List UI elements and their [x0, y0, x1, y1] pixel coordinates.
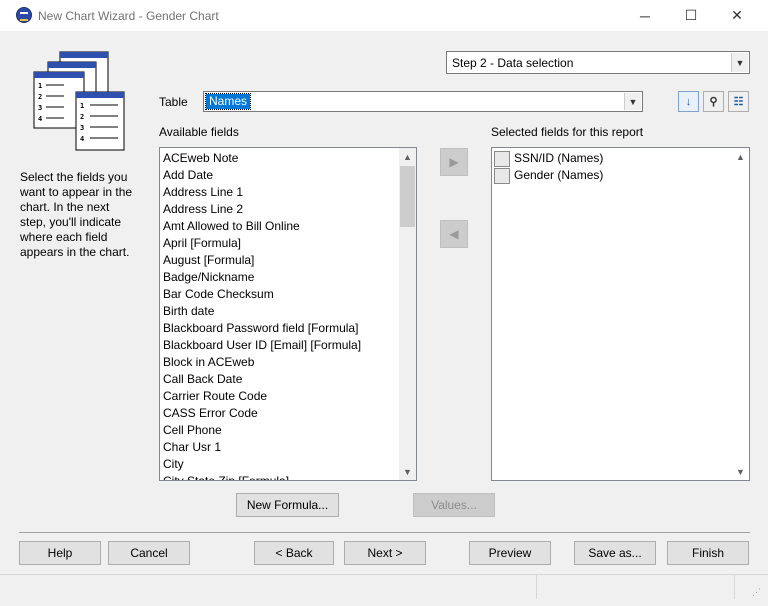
remove-field-button[interactable]: ◀ [440, 220, 468, 248]
available-field-item[interactable]: Bar Code Checksum [160, 286, 416, 303]
available-field-item[interactable]: Address Line 1 [160, 184, 416, 201]
selected-field-label: SSN/ID (Names) [514, 151, 604, 165]
status-bar: ⋰ [0, 574, 768, 606]
available-field-item[interactable]: Birth date [160, 303, 416, 320]
status-divider [734, 575, 735, 599]
step-dropdown-value: Step 2 - Data selection [452, 56, 574, 70]
field-checkbox[interactable] [494, 150, 510, 167]
selected-field-item[interactable]: Gender (Names) [492, 167, 749, 184]
separator [19, 532, 750, 533]
selected-fields-label: Selected fields for this report [491, 125, 644, 139]
available-field-item[interactable]: August [Formula] [160, 252, 416, 269]
back-button[interactable]: < Back [254, 541, 334, 565]
svg-text:1: 1 [38, 82, 42, 90]
available-field-item[interactable]: Cell Phone [160, 422, 416, 439]
selected-scrollbar[interactable]: ▲ ▼ [732, 148, 749, 480]
scroll-down-icon[interactable]: ▼ [732, 463, 749, 480]
available-field-item[interactable]: Add Date [160, 167, 416, 184]
resize-grip-icon[interactable]: ⋰ [752, 587, 761, 598]
svg-text:2: 2 [38, 93, 42, 101]
arrow-left-icon: ◀ [449, 227, 459, 241]
sort-az-icon[interactable]: ↓ [678, 91, 699, 112]
arrow-right-icon: ▶ [449, 155, 459, 169]
available-scrollbar[interactable]: ▲ ▼ [399, 148, 416, 480]
scroll-thumb[interactable] [400, 166, 415, 227]
help-button[interactable]: Help [19, 541, 101, 565]
available-field-item[interactable]: City State Zip [Formula] [160, 473, 416, 480]
scroll-up-icon[interactable]: ▲ [732, 148, 749, 165]
title-bar: New Chart Wizard - Gender Chart ─ ☐ ✕ [0, 0, 768, 31]
binoculars-find-icon[interactable]: ⚲ [703, 91, 724, 112]
preview-button[interactable]: Preview [469, 541, 551, 565]
scroll-down-icon[interactable]: ▼ [399, 463, 416, 480]
available-fields-label: Available fields [159, 125, 239, 139]
close-button[interactable]: ✕ [714, 0, 760, 31]
selected-field-label: Gender (Names) [514, 168, 604, 182]
svg-text:4: 4 [38, 115, 42, 123]
step-dropdown[interactable]: Step 2 - Data selection ▼ [446, 51, 750, 74]
svg-text:1: 1 [80, 102, 84, 110]
selected-fields-list[interactable]: SSN/ID (Names) Gender (Names) ▲ ▼ [491, 147, 750, 481]
cancel-button[interactable]: Cancel [108, 541, 190, 565]
table-dropdown[interactable]: Names ▼ [203, 91, 643, 112]
scroll-up-icon[interactable]: ▲ [399, 148, 416, 165]
svg-text:3: 3 [80, 124, 84, 132]
values-button[interactable]: Values... [413, 493, 495, 517]
table-dropdown-value: Names [204, 93, 252, 110]
save-as-button[interactable]: Save as... [574, 541, 656, 565]
available-field-item[interactable]: Carrier Route Code [160, 388, 416, 405]
table-wizard-icon: 1 2 3 4 1 2 3 4 [33, 51, 125, 151]
svg-text:2: 2 [80, 113, 84, 121]
app-icon [16, 7, 32, 23]
next-button[interactable]: Next > [344, 541, 426, 565]
available-field-item[interactable]: CASS Error Code [160, 405, 416, 422]
tree-view-icon[interactable]: ☷ [728, 91, 749, 112]
available-field-item[interactable]: Blackboard Password field [Formula] [160, 320, 416, 337]
chevron-down-icon: ▼ [624, 93, 641, 110]
selected-field-item[interactable]: SSN/ID (Names) [492, 150, 749, 167]
finish-button[interactable]: Finish [667, 541, 749, 565]
new-formula-button[interactable]: New Formula... [236, 493, 339, 517]
available-field-item[interactable]: Call Back Date [160, 371, 416, 388]
maximize-button[interactable]: ☐ [668, 0, 714, 31]
chevron-down-icon: ▼ [731, 53, 748, 72]
available-field-item[interactable]: Badge/Nickname [160, 269, 416, 286]
minimize-button[interactable]: ─ [622, 0, 668, 31]
available-field-item[interactable]: ACEweb Note [160, 150, 416, 167]
status-divider [536, 575, 537, 599]
available-field-item[interactable]: Block in ACEweb [160, 354, 416, 371]
add-field-button[interactable]: ▶ [440, 148, 468, 176]
table-label: Table [159, 95, 188, 109]
svg-text:3: 3 [38, 104, 42, 112]
available-field-item[interactable]: Blackboard User ID [Email] [Formula] [160, 337, 416, 354]
field-checkbox[interactable] [494, 167, 510, 184]
available-field-item[interactable]: Char Usr 1 [160, 439, 416, 456]
available-field-item[interactable]: Address Line 2 [160, 201, 416, 218]
available-field-item[interactable]: Amt Allowed to Bill Online [160, 218, 416, 235]
available-field-item[interactable]: April [Formula] [160, 235, 416, 252]
instructions-text: Select the fields you want to appear in … [20, 170, 133, 259]
svg-text:4: 4 [80, 135, 84, 143]
window-title: New Chart Wizard - Gender Chart [38, 9, 219, 23]
available-fields-list[interactable]: ACEweb Note Add Date Address Line 1 Address… [159, 147, 417, 481]
available-field-item[interactable]: City [160, 456, 416, 473]
